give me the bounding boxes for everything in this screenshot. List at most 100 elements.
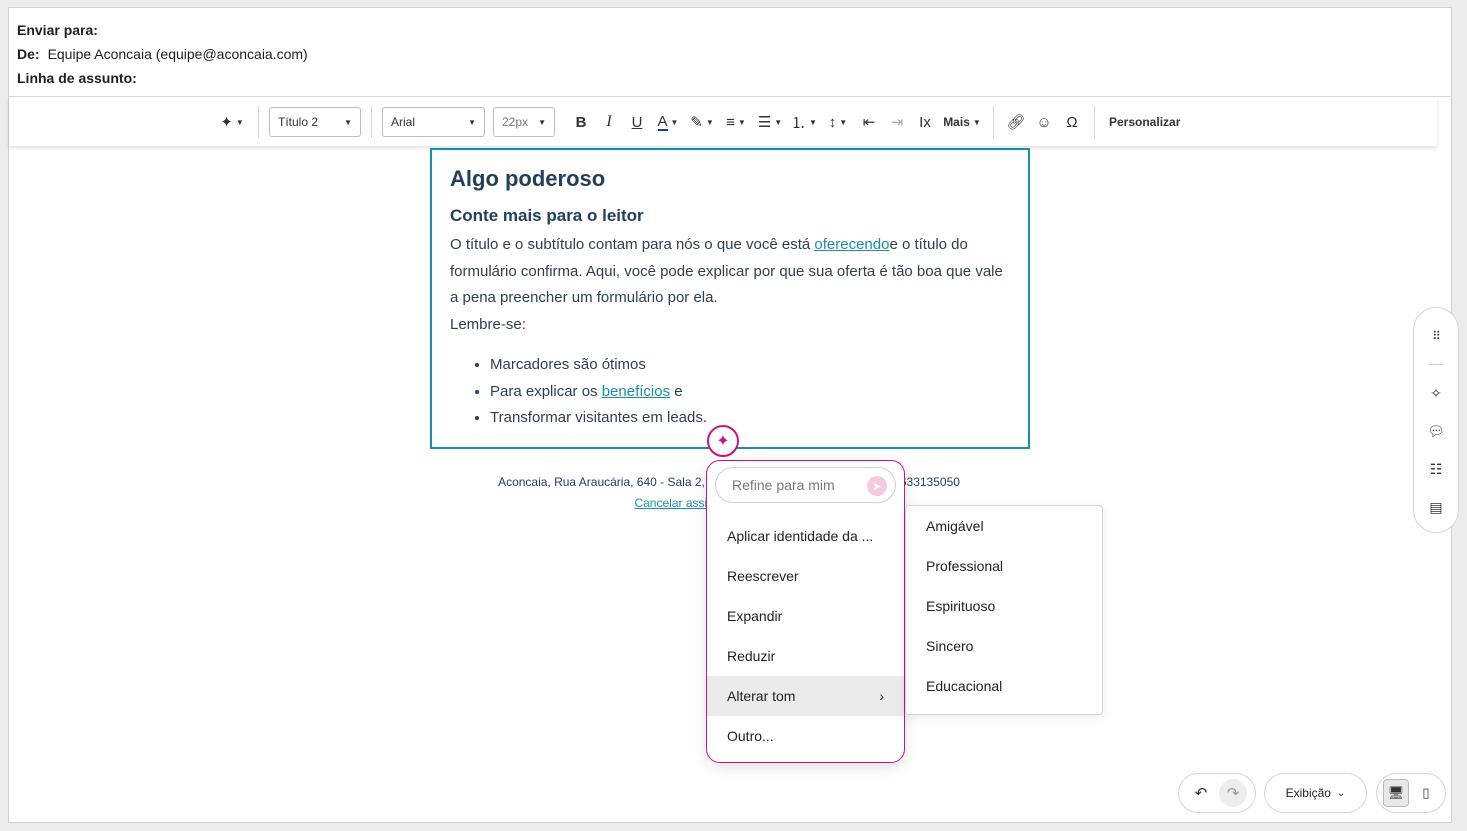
desktop-icon: 🖥︎ [1387, 785, 1405, 800]
comments-rail-button[interactable]: 💬︎ [1421, 415, 1451, 447]
ai-menu-item-expand[interactable]: Expandir [707, 596, 904, 636]
undo-icon: ↶ [1194, 785, 1208, 802]
outdent-icon: ⇤ [862, 114, 876, 131]
email-header: Enviar para: De: Equipe Aconcaia (equipe… [9, 8, 1451, 97]
toolbar-divider [371, 106, 372, 138]
italic-button[interactable]: I [595, 107, 623, 137]
font-size-select[interactable]: 22px ▼ [493, 107, 555, 137]
content-paragraph: O título e o subtítulo contam para nós o… [450, 232, 1010, 312]
special-char-button[interactable]: Ω [1058, 107, 1086, 137]
outdent-button[interactable]: ⇤ [855, 107, 883, 137]
clear-format-button[interactable]: Ix [911, 107, 939, 137]
tone-label: Professional [926, 558, 1004, 574]
font-family-select[interactable]: Arial ▼ [382, 107, 485, 137]
editor-frame: Enviar para: De: Equipe Aconcaia (equipe… [8, 7, 1459, 823]
toolbar-divider [1094, 106, 1095, 138]
offering-link[interactable]: oferecendo [814, 236, 889, 253]
mobile-icon: ▯ [1422, 785, 1430, 800]
highlight-button[interactable]: ✎ ▼ [685, 107, 719, 137]
ai-refine-menu: Refine para mim ➤ Aplicar identidade da … [706, 460, 905, 763]
indent-button[interactable]: ⇥ [883, 107, 911, 137]
ai-menu-item-other[interactable]: Outro... [707, 716, 904, 756]
emoji-button[interactable]: ☺ [1030, 107, 1058, 137]
sparkle-outline-icon: ✧ [1430, 384, 1442, 401]
paragraph-style-select[interactable]: Título 2 ▼ [269, 107, 361, 137]
tone-item-sincere[interactable]: Sincero [906, 626, 1102, 666]
align-button[interactable]: ≡ ▼ [719, 107, 753, 137]
tone-item-professional[interactable]: Professional [906, 546, 1102, 586]
from-label: De: [17, 46, 40, 62]
list-item: Transformar visitantes em leads. [490, 405, 1010, 432]
list-item-text: e [670, 382, 683, 400]
clear-format-icon: Ix [919, 113, 931, 131]
view-dropdown[interactable]: Exibição ⌄ [1264, 773, 1367, 813]
bold-button[interactable]: B [567, 107, 595, 137]
tone-label: Amigável [926, 518, 984, 534]
bold-icon: B [575, 113, 587, 131]
subject-label: Linha de assunto: [17, 70, 137, 86]
tone-item-witty[interactable]: Espirituoso [906, 586, 1102, 626]
calendar-icon: ▤ [1429, 498, 1443, 515]
rail-divider [1429, 364, 1443, 365]
toolbar-divider [993, 106, 994, 138]
redo-button[interactable]: ↷ [1219, 779, 1247, 807]
ai-menu-item-shorten[interactable]: Reduzir [707, 636, 904, 676]
calendar-rail-button[interactable]: ▤ [1421, 491, 1451, 523]
more-button[interactable]: Mais ▼ [939, 107, 985, 137]
text-color-button[interactable]: A ▼ [651, 107, 685, 137]
tone-label: Sincero [926, 638, 974, 654]
drag-handle[interactable]: ⠿ [1421, 320, 1451, 352]
device-preview-toggle: 🖥︎ ▯ [1376, 773, 1446, 813]
bullet-list: Marcadores são ótimos Para explicar os b… [450, 352, 1010, 432]
ai-rail-button[interactable]: ✧ [1421, 377, 1451, 409]
desktop-preview-button[interactable]: 🖥︎ [1383, 779, 1409, 807]
paragraph-style-value: Título 2 [278, 115, 319, 129]
menu-item-label: Outro... [727, 728, 774, 744]
side-tool-rail: ⠿ ✧ 💬︎ ☷ ▤ [1413, 307, 1459, 533]
numbered-list-icon: ⒈ [791, 114, 807, 132]
checklist-icon: ☷ [1429, 460, 1443, 477]
ai-assist-button[interactable]: ✦ ▼ [214, 107, 250, 137]
tone-item-friendly[interactable]: Amigável [906, 506, 1102, 546]
sparkle-icon: ✦ [716, 433, 730, 450]
view-label: Exibição [1285, 786, 1331, 800]
undo-redo-group: ↶ ↷ [1178, 773, 1256, 813]
tone-item-educational[interactable]: Educacional [906, 666, 1102, 706]
chevron-right-icon: › [879, 688, 884, 704]
toolbar-divider [258, 106, 259, 138]
formatting-toolbar: ✦ ▼ Título 2 ▼ Arial ▼ 22px ▼ B I U A ▼ ✎ ▼ ≡ ▼… [9, 98, 1437, 146]
benefits-link[interactable]: benefícios [602, 383, 670, 400]
ai-menu-item-change-tone[interactable]: Alterar tom › [707, 676, 904, 716]
highlighter-icon: ✎ [690, 114, 703, 131]
underline-button[interactable]: U [623, 107, 651, 137]
undo-button[interactable]: ↶ [1187, 779, 1215, 807]
to-row[interactable]: Enviar para: [17, 18, 1443, 42]
mobile-preview-button[interactable]: ▯ [1413, 779, 1439, 807]
tone-submenu: Amigável Professional Espirituoso Sincer… [905, 505, 1103, 715]
checklist-rail-button[interactable]: ☷ [1421, 453, 1451, 485]
refine-input[interactable]: Refine para mim ➤ [715, 467, 896, 503]
personalize-button[interactable]: Personalizar [1103, 107, 1186, 137]
from-row[interactable]: De: Equipe Aconcaia (equipe@aconcaia.com… [17, 42, 1443, 66]
indent-icon: ⇥ [890, 114, 904, 131]
font-family-value: Arial [391, 115, 416, 129]
subject-row[interactable]: Linha de assunto: [17, 66, 1443, 90]
underline-icon: U [631, 113, 643, 131]
link-button[interactable]: 🔗︎ [1002, 107, 1030, 137]
smiley-icon: ☺ [1036, 113, 1052, 131]
paragraph-text: O título e o subtítulo contam para nós o… [450, 236, 815, 253]
numbered-list-button[interactable]: ⒈ ▼ [787, 107, 821, 137]
ai-menu-item-apply-brand[interactable]: Aplicar identidade da ... [707, 516, 904, 556]
rich-text-module[interactable]: Algo poderoso Conte mais para o leitor O… [430, 148, 1030, 449]
ai-assistant-trigger[interactable]: ✦ [707, 425, 739, 457]
tone-label: Educacional [926, 678, 1003, 694]
drag-dots-icon: ⠿ [1432, 329, 1441, 343]
ai-menu-item-rewrite[interactable]: Reescrever [707, 556, 904, 596]
bullet-list-button[interactable]: ☰ ▼ [753, 107, 787, 137]
send-icon[interactable]: ➤ [867, 476, 887, 496]
phone-text: 633135050 [899, 475, 960, 489]
line-height-button[interactable]: ↕ ▼ [821, 107, 855, 137]
list-item: Marcadores são ótimos [490, 352, 1010, 379]
chevron-down-icon: ⌄ [1336, 787, 1346, 799]
menu-item-label: Alterar tom [727, 688, 796, 704]
